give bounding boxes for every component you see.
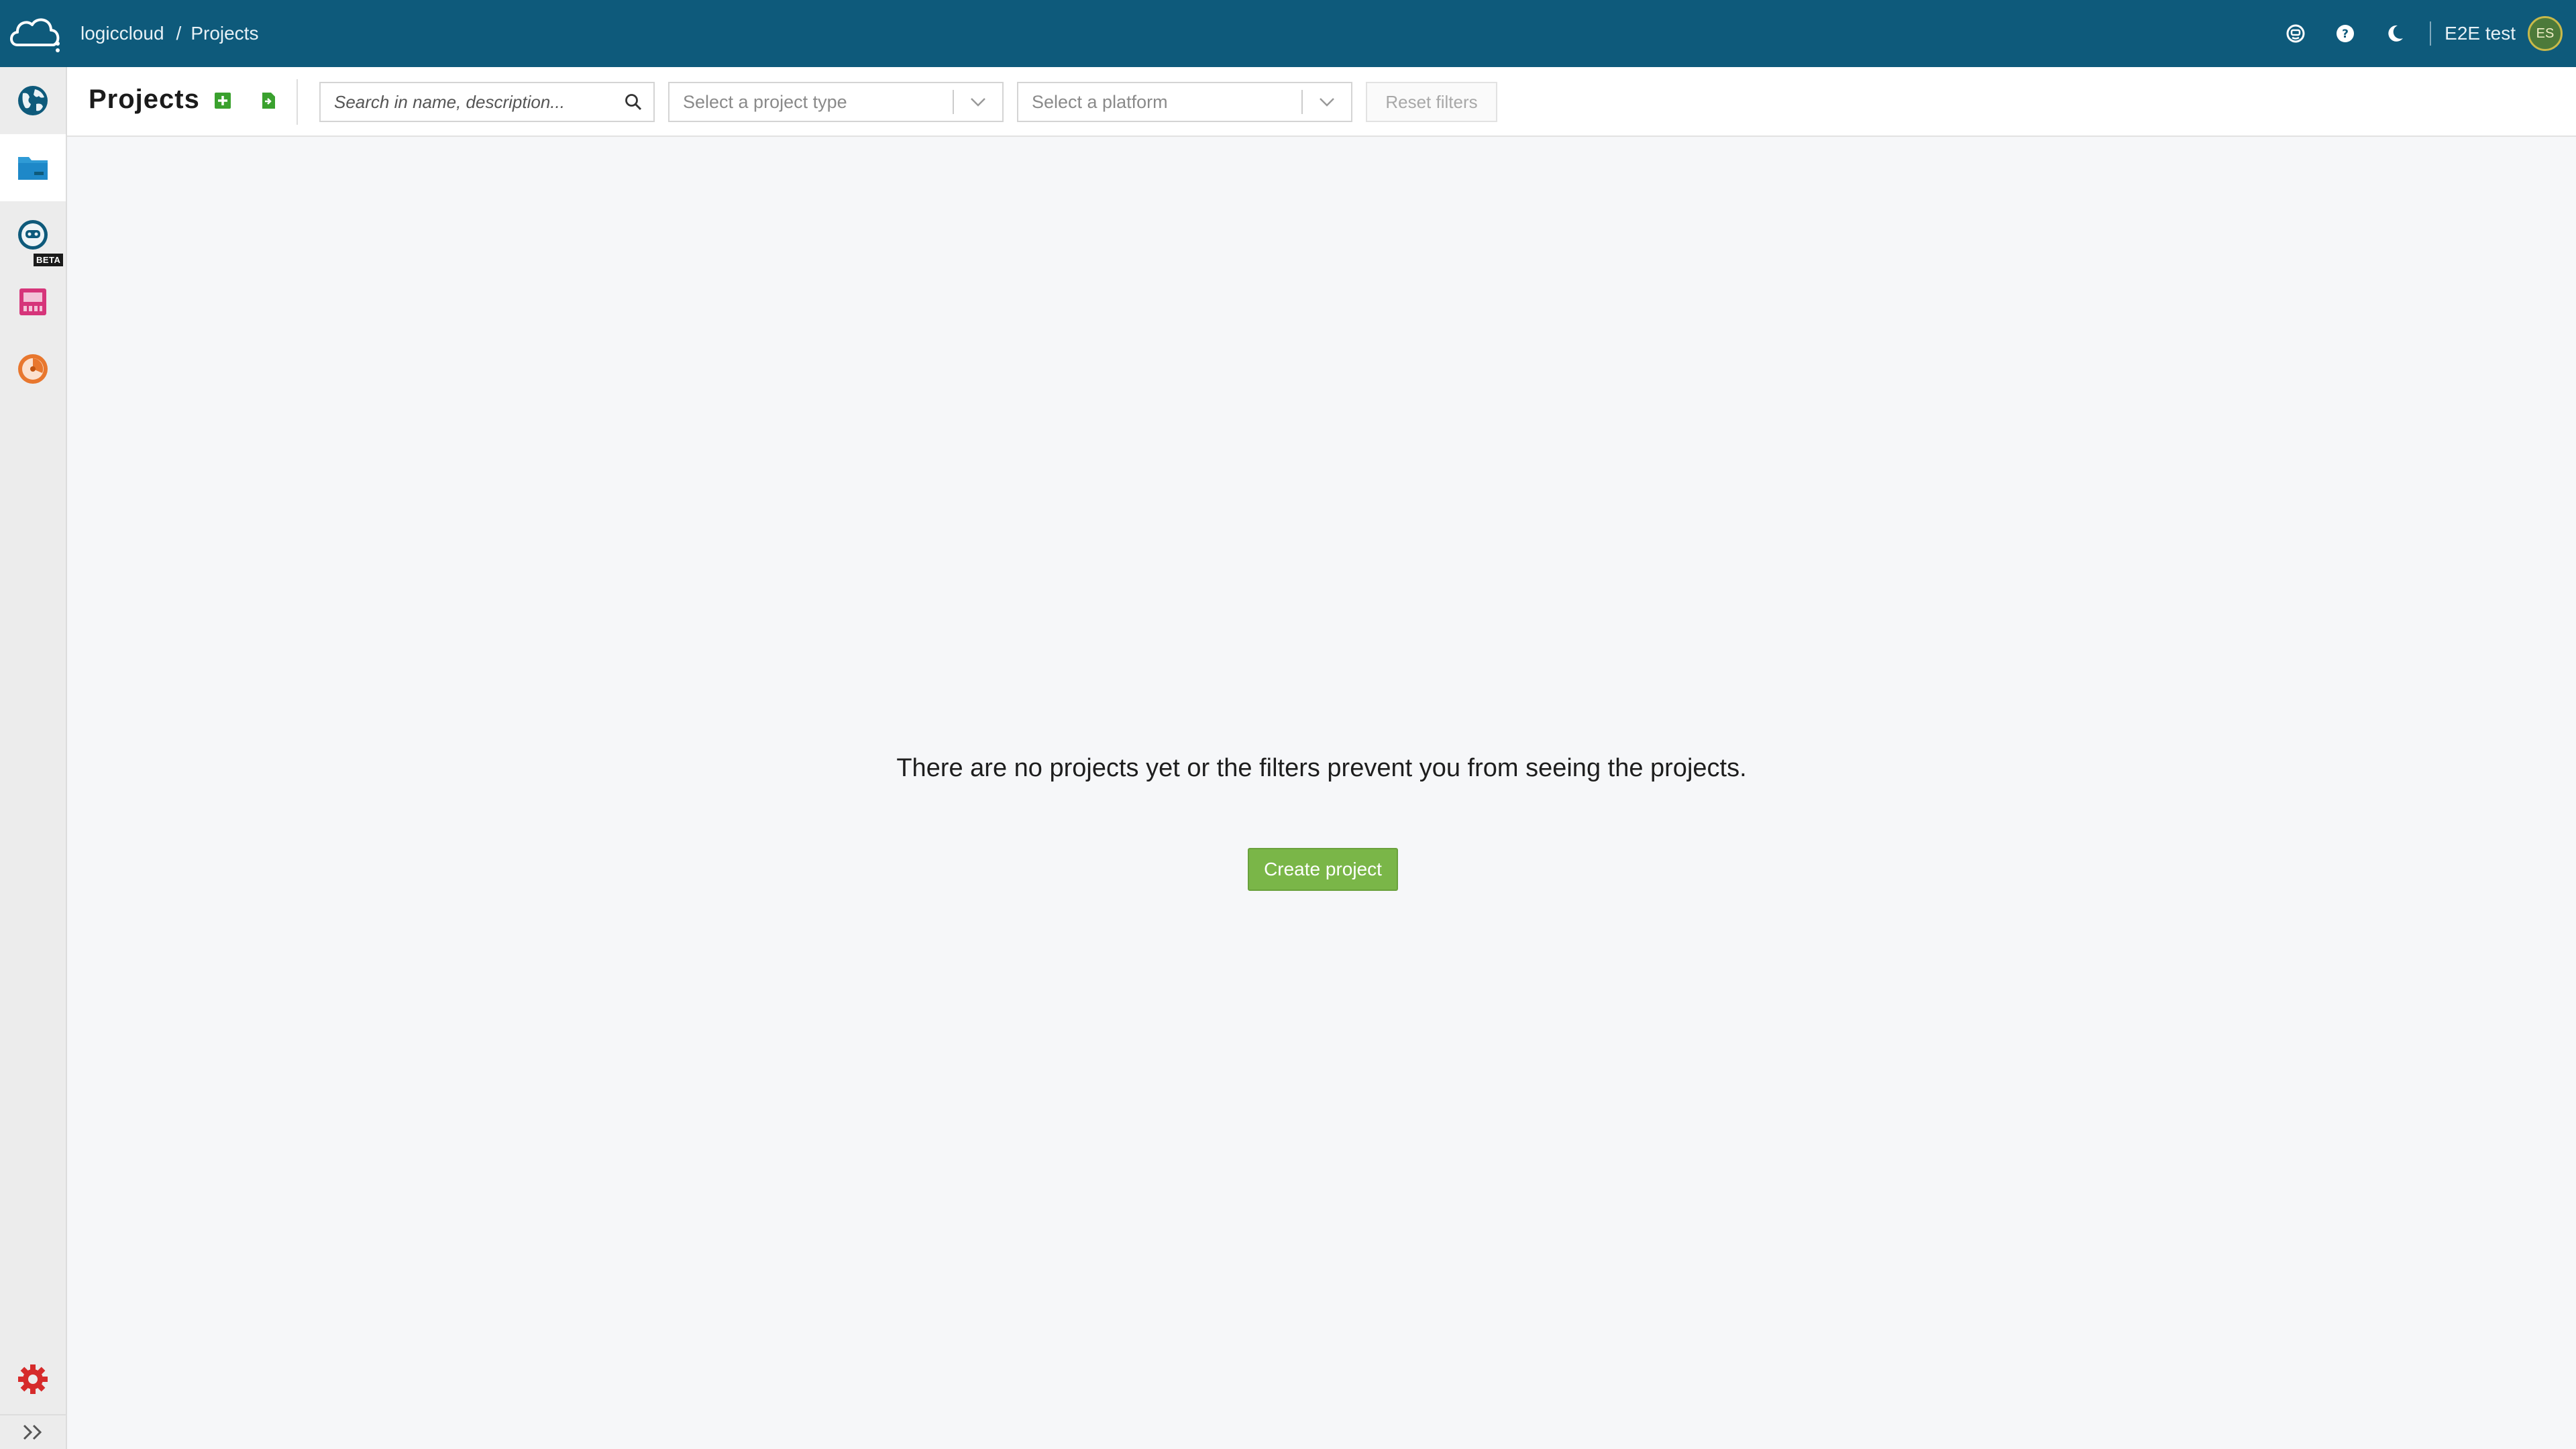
globe-icon — [18, 86, 48, 115]
help-icon[interactable]: ? — [2333, 21, 2357, 46]
reset-filters-button[interactable]: Reset filters — [1366, 82, 1497, 122]
feedback-smiley-icon[interactable] — [2284, 21, 2308, 46]
top-bar: logiccloud / Projects ? E2E test ES — [0, 0, 2576, 67]
sidebar-item-globe[interactable] — [0, 67, 66, 134]
svg-text:?: ? — [2342, 28, 2349, 41]
sidebar-expand-button[interactable] — [0, 1414, 66, 1449]
sidebar: BETA — [0, 67, 67, 1449]
dark-mode-moon-icon[interactable] — [2383, 21, 2407, 46]
top-bar-divider — [2430, 21, 2432, 46]
projects-header: Projects Select a project type Select a … — [67, 67, 2576, 137]
breadcrumb-current: Projects — [191, 23, 259, 44]
project-type-select[interactable]: Select a project type — [668, 82, 1004, 122]
breadcrumb-separator: / — [176, 23, 182, 44]
settings-gear-icon — [18, 1364, 48, 1394]
top-bar-actions: ? E2E test ES — [2258, 0, 2563, 67]
sidebar-item-monitoring[interactable] — [0, 335, 66, 402]
empty-state-message: There are no projects yet or the filters… — [896, 754, 1747, 782]
sidebar-item-device[interactable] — [0, 268, 66, 335]
sidebar-item-projects[interactable] — [0, 134, 66, 201]
beta-badge: BETA — [34, 254, 64, 266]
user-name[interactable]: E2E test — [2445, 23, 2516, 44]
monitoring-icon — [18, 354, 48, 384]
platform-select[interactable]: Select a platform — [1017, 82, 1352, 122]
projects-folder-icon — [18, 157, 48, 180]
search-field[interactable] — [319, 82, 655, 122]
cloud-logo-icon[interactable] — [7, 11, 62, 56]
breadcrumb-root[interactable]: logiccloud — [80, 23, 164, 44]
sidebar-item-settings[interactable] — [0, 1346, 66, 1413]
device-icon — [19, 288, 46, 315]
add-project-icon — [215, 93, 231, 109]
robot-icon — [18, 220, 48, 250]
platform-placeholder: Select a platform — [1032, 91, 1168, 112]
chevron-down-icon[interactable] — [1303, 83, 1351, 121]
page-title: Projects — [89, 85, 200, 114]
chevron-down-icon[interactable] — [954, 83, 1002, 121]
breadcrumb: logiccloud / Projects — [80, 0, 258, 67]
add-project-button[interactable] — [213, 91, 232, 110]
project-type-placeholder: Select a project type — [683, 91, 847, 112]
expand-chevrons-icon — [23, 1424, 42, 1440]
import-project-button[interactable] — [259, 91, 278, 110]
search-icon[interactable] — [620, 89, 647, 115]
header-divider — [297, 79, 298, 125]
avatar[interactable]: ES — [2528, 16, 2563, 51]
create-project-button[interactable]: Create project — [1248, 848, 1398, 891]
search-input[interactable] — [334, 91, 620, 113]
import-project-icon — [262, 93, 275, 109]
